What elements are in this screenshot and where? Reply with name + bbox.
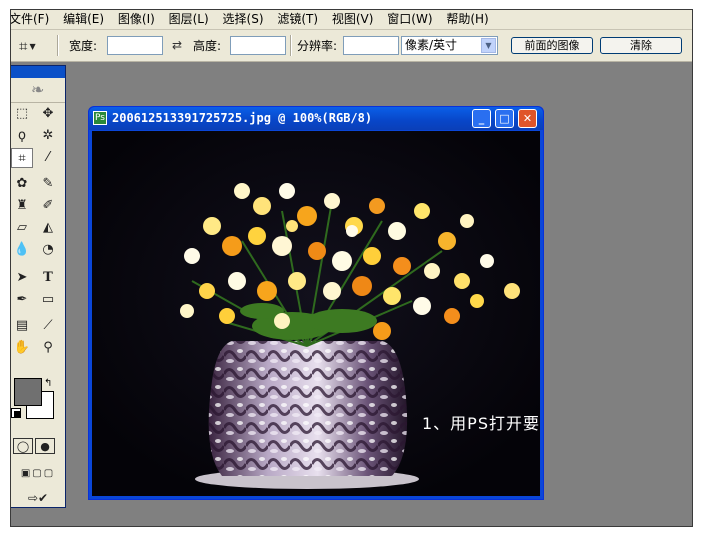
jump-to-imageready-icon[interactable]: ⇨✔ [13, 488, 63, 508]
maximize-icon: □ [499, 112, 510, 125]
menu-image[interactable]: 图像(I) [118, 10, 158, 29]
paint-bucket-icon[interactable]: ◭ [37, 218, 59, 238]
move-icon[interactable]: ✥ [37, 104, 59, 124]
image-canvas[interactable]: 1、用PS打开要修改的图片 [92, 131, 540, 496]
clone-stamp-icon[interactable]: ♜ [11, 196, 33, 216]
width-input[interactable] [107, 36, 163, 55]
history-brush-icon[interactable]: ✐ [37, 196, 59, 216]
front-image-button[interactable]: 前面的图像 [511, 37, 593, 54]
document-window: Ps 200612513391725725.jpg @ 100%(RGB/8) … [88, 106, 544, 500]
hand-icon[interactable]: ✋ [11, 338, 33, 358]
document-titlebar[interactable]: Ps 200612513391725725.jpg @ 100%(RGB/8) … [89, 107, 543, 130]
zoom-icon[interactable]: ⚲ [37, 338, 59, 358]
eraser-icon[interactable]: ▱ [11, 218, 33, 238]
menu-help[interactable]: 帮助(H) [446, 10, 491, 29]
resolution-unit-select[interactable]: 像素/英寸 ▼ [401, 36, 498, 55]
crop-icon[interactable]: ⌗ [11, 148, 33, 168]
marquee-icon[interactable]: ⬚ [11, 104, 33, 124]
feather-icon: ❧ [31, 80, 45, 99]
default-colors-icon [14, 411, 20, 417]
tutorial-caption: 1、用PS打开要修改的图片 [422, 414, 540, 433]
options-separator [290, 35, 292, 56]
resolution-input[interactable] [343, 36, 399, 55]
crop-icon: ⌗ [19, 37, 28, 55]
menu-file[interactable]: 文件(F) [11, 10, 52, 29]
menu-filter[interactable]: 滤镜(T) [277, 10, 321, 29]
flower-vase-photo [92, 131, 540, 496]
options-bar: ⌗ ▼ 宽度: ⇄ 高度: 分辨率: 像素/英寸 ▼ 前面的图像 清除 [11, 30, 692, 62]
brush-icon[interactable]: ✎ [37, 174, 59, 194]
pen-icon[interactable]: ✒ [11, 290, 33, 310]
close-button[interactable]: ✕ [518, 109, 537, 128]
blur-icon[interactable]: 💧 [11, 240, 33, 260]
eyedropper-icon[interactable]: ⟋ [37, 316, 59, 336]
toolbox-panel: ❧ ⬚ ✥ ϙ ✲ ⌗ ⁄ ✿ ✎ ♜ ✐ ▱ ◭ 💧 ◔ ➤ T ✒ ▭ ▤ … [11, 65, 66, 508]
swap-dimensions-icon[interactable]: ⇄ [172, 38, 182, 52]
chevron-down-icon: ▼ [481, 38, 496, 53]
toolbox-titlebar[interactable] [11, 66, 65, 78]
width-label: 宽度: [69, 39, 98, 53]
options-separator [57, 35, 59, 56]
quick-mask-icon[interactable]: ● [35, 438, 55, 454]
menu-view[interactable]: 视图(V) [332, 10, 377, 29]
resolution-unit-value: 像素/英寸 [405, 38, 458, 52]
height-input[interactable] [230, 36, 286, 55]
foreground-color-swatch[interactable] [14, 378, 42, 406]
swap-colors-icon[interactable]: ↰ [44, 378, 52, 389]
menu-edit[interactable]: 编辑(E) [63, 10, 107, 29]
maximize-button[interactable]: □ [495, 109, 514, 128]
minimize-button[interactable]: _ [472, 109, 491, 128]
menu-layer[interactable]: 图层(L) [169, 10, 212, 29]
chevron-down-icon: ▼ [29, 41, 36, 51]
healing-brush-icon[interactable]: ✿ [11, 174, 33, 194]
photoshop-document-icon: Ps [93, 111, 107, 125]
tool-preset-picker[interactable]: ⌗ ▼ [19, 37, 49, 55]
dodge-icon[interactable]: ◔ [37, 240, 59, 260]
resolution-label: 分辨率: [297, 39, 338, 53]
magic-wand-icon[interactable]: ✲ [37, 126, 59, 146]
adobe-feather-logo[interactable]: ❧ [11, 78, 65, 103]
notes-icon[interactable]: ▤ [11, 316, 33, 336]
shape-icon[interactable]: ▭ [37, 290, 59, 310]
screen-mode-icon[interactable]: ▣▢▢ [13, 464, 63, 484]
type-icon[interactable]: T [37, 268, 59, 288]
height-label: 高度: [193, 39, 222, 53]
document-title: 200612513391725725.jpg @ 100%(RGB/8) [112, 111, 373, 125]
path-select-icon[interactable]: ➤ [11, 268, 33, 288]
slice-icon[interactable]: ⁄ [37, 148, 59, 168]
close-icon: ✕ [522, 112, 533, 125]
lasso-icon[interactable]: ϙ [11, 126, 33, 146]
minimize-icon: _ [478, 112, 485, 125]
photoshop-window: 文件(F) 编辑(E) 图像(I) 图层(L) 选择(S) 滤镜(T) 视图(V… [10, 9, 693, 527]
menu-select[interactable]: 选择(S) [223, 10, 267, 29]
standard-mode-icon[interactable]: ◯ [13, 438, 33, 454]
menu-bar: 文件(F) 编辑(E) 图像(I) 图层(L) 选择(S) 滤镜(T) 视图(V… [11, 10, 692, 30]
clear-button[interactable]: 清除 [600, 37, 682, 54]
menu-window[interactable]: 窗口(W) [387, 10, 435, 29]
workspace: ❧ ⬚ ✥ ϙ ✲ ⌗ ⁄ ✿ ✎ ♜ ✐ ▱ ◭ 💧 ◔ ➤ T ✒ ▭ ▤ … [11, 62, 692, 526]
